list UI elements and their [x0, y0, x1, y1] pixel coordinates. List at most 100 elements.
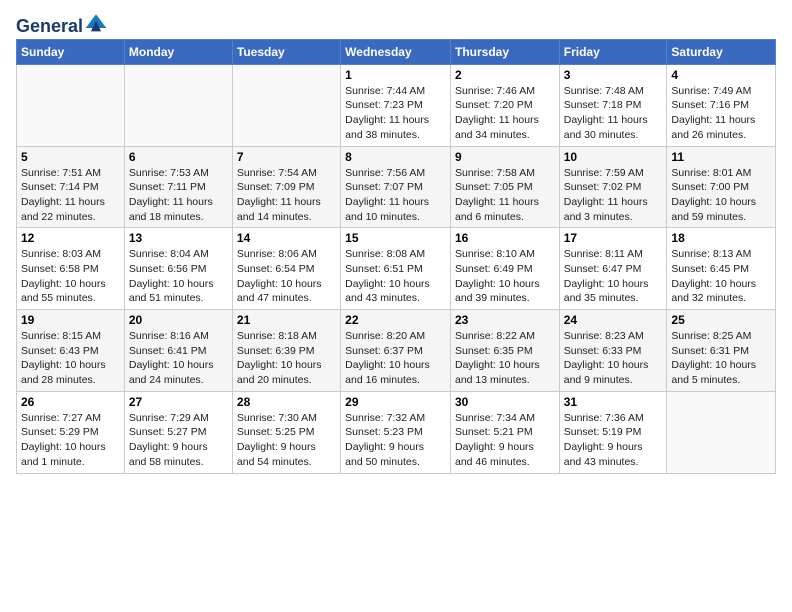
calendar-cell: 3Sunrise: 7:48 AM Sunset: 7:18 PM Daylig…: [559, 64, 667, 146]
calendar-cell: 27 Sunrise: 7:29 AM Sunset: 5:27 PM Dayli…: [124, 391, 232, 473]
day-number: 27: [129, 395, 228, 409]
day-number: 9: [455, 150, 555, 164]
calendar-cell: 24 Sunrise: 8:23 AM Sunset: 6:33 PM Dayli…: [559, 310, 667, 392]
day-number: 20: [129, 313, 228, 327]
calendar-cell: 20 Sunrise: 8:16 AM Sunset: 6:41 PM Dayli…: [124, 310, 232, 392]
day-info: Sunrise: 7:32 AM Sunset: 5:23 PM Dayligh…: [345, 411, 446, 470]
calendar-cell: 19 Sunrise: 8:15 AM Sunset: 6:43 PM Dayli…: [17, 310, 125, 392]
day-info: Sunrise: 7:51 AM Sunset: 7:14 PM Dayligh…: [21, 166, 120, 225]
calendar-cell: [232, 64, 340, 146]
weekday-header-row: SundayMondayTuesdayWednesdayThursdayFrid…: [17, 39, 776, 64]
logo-text: General: [16, 14, 108, 37]
day-number: 29: [345, 395, 446, 409]
logo: General: [16, 14, 108, 33]
day-info: Sunrise: 7:29 AM Sunset: 5:27 PM Dayligh…: [129, 411, 228, 470]
calendar-cell: 2 Sunrise: 7:46 AM Sunset: 7:20 PM Daylig…: [450, 64, 559, 146]
day-number: 13: [129, 231, 228, 245]
day-number: 8: [345, 150, 446, 164]
calendar-cell: [667, 391, 776, 473]
calendar-cell: [124, 64, 232, 146]
weekday-header: Friday: [559, 39, 667, 64]
day-number: 21: [237, 313, 336, 327]
day-number: 17: [564, 231, 663, 245]
day-info: Sunrise: 7:34 AM Sunset: 5:21 PM Dayligh…: [455, 411, 555, 470]
calendar-cell: 8 Sunrise: 7:56 AM Sunset: 7:07 PM Daylig…: [341, 146, 451, 228]
calendar-cell: 1 Sunrise: 7:44 AM Sunset: 7:23 PM Daylig…: [341, 64, 451, 146]
day-info: Sunrise: 7:54 AM Sunset: 7:09 PM Dayligh…: [237, 166, 336, 225]
calendar-week-row: 12 Sunrise: 8:03 AM Sunset: 6:58 PM Dayli…: [17, 228, 776, 310]
calendar-cell: 23 Sunrise: 8:22 AM Sunset: 6:35 PM Dayli…: [450, 310, 559, 392]
day-info: Sunrise: 7:46 AM Sunset: 7:20 PM Dayligh…: [455, 84, 555, 143]
day-info: Sunrise: 8:03 AM Sunset: 6:58 PM Dayligh…: [21, 247, 120, 306]
calendar-cell: 11 Sunrise: 8:01 AM Sunset: 7:00 PM Dayli…: [667, 146, 776, 228]
calendar-cell: 31Sunrise: 7:36 AM Sunset: 5:19 PM Dayli…: [559, 391, 667, 473]
day-number: 24: [564, 313, 663, 327]
day-number: 19: [21, 313, 120, 327]
day-info: Sunrise: 7:44 AM Sunset: 7:23 PM Dayligh…: [345, 84, 446, 143]
day-info: Sunrise: 8:11 AM Sunset: 6:47 PM Dayligh…: [564, 247, 663, 306]
day-number: 14: [237, 231, 336, 245]
day-info: Sunrise: 7:59 AM Sunset: 7:02 PM Dayligh…: [564, 166, 663, 225]
day-info: Sunrise: 8:23 AM Sunset: 6:33 PM Dayligh…: [564, 329, 663, 388]
day-number: 2: [455, 68, 555, 82]
calendar-cell: 22 Sunrise: 8:20 AM Sunset: 6:37 PM Dayli…: [341, 310, 451, 392]
day-info: Sunrise: 8:10 AM Sunset: 6:49 PM Dayligh…: [455, 247, 555, 306]
day-info: Sunrise: 7:49 AM Sunset: 7:16 PM Dayligh…: [671, 84, 771, 143]
calendar-cell: 16 Sunrise: 8:10 AM Sunset: 6:49 PM Dayli…: [450, 228, 559, 310]
day-info: Sunrise: 7:56 AM Sunset: 7:07 PM Dayligh…: [345, 166, 446, 225]
calendar-cell: [17, 64, 125, 146]
calendar-table: SundayMondayTuesdayWednesdayThursdayFrid…: [16, 39, 776, 474]
day-number: 26: [21, 395, 120, 409]
calendar-cell: 26 Sunrise: 7:27 AM Sunset: 5:29 PM Dayli…: [17, 391, 125, 473]
calendar-cell: 6 Sunrise: 7:53 AM Sunset: 7:11 PM Daylig…: [124, 146, 232, 228]
day-info: Sunrise: 8:01 AM Sunset: 7:00 PM Dayligh…: [671, 166, 771, 225]
calendar-week-row: 1 Sunrise: 7:44 AM Sunset: 7:23 PM Daylig…: [17, 64, 776, 146]
day-info: Sunrise: 7:27 AM Sunset: 5:29 PM Dayligh…: [21, 411, 120, 470]
calendar-cell: 10 Sunrise: 7:59 AM Sunset: 7:02 PM Dayli…: [559, 146, 667, 228]
day-info: Sunrise: 8:16 AM Sunset: 6:41 PM Dayligh…: [129, 329, 228, 388]
day-info: Sunrise: 8:18 AM Sunset: 6:39 PM Dayligh…: [237, 329, 336, 388]
calendar-cell: 9Sunrise: 7:58 AM Sunset: 7:05 PM Daylig…: [450, 146, 559, 228]
weekday-header: Sunday: [17, 39, 125, 64]
day-number: 18: [671, 231, 771, 245]
calendar-cell: 7 Sunrise: 7:54 AM Sunset: 7:09 PM Daylig…: [232, 146, 340, 228]
day-info: Sunrise: 8:20 AM Sunset: 6:37 PM Dayligh…: [345, 329, 446, 388]
calendar-cell: 30 Sunrise: 7:34 AM Sunset: 5:21 PM Dayli…: [450, 391, 559, 473]
calendar-cell: 18 Sunrise: 8:13 AM Sunset: 6:45 PM Dayli…: [667, 228, 776, 310]
day-number: 11: [671, 150, 771, 164]
calendar-cell: 12 Sunrise: 8:03 AM Sunset: 6:58 PM Dayli…: [17, 228, 125, 310]
day-info: Sunrise: 8:13 AM Sunset: 6:45 PM Dayligh…: [671, 247, 771, 306]
day-number: 15: [345, 231, 446, 245]
day-number: 7: [237, 150, 336, 164]
calendar-cell: 28Sunrise: 7:30 AM Sunset: 5:25 PM Dayli…: [232, 391, 340, 473]
day-number: 6: [129, 150, 228, 164]
day-number: 12: [21, 231, 120, 245]
day-number: 10: [564, 150, 663, 164]
day-number: 28: [237, 395, 336, 409]
calendar-cell: 21 Sunrise: 8:18 AM Sunset: 6:39 PM Dayli…: [232, 310, 340, 392]
calendar-cell: 25 Sunrise: 8:25 AM Sunset: 6:31 PM Dayli…: [667, 310, 776, 392]
day-info: Sunrise: 7:48 AM Sunset: 7:18 PM Dayligh…: [564, 84, 663, 143]
day-number: 23: [455, 313, 555, 327]
day-info: Sunrise: 8:15 AM Sunset: 6:43 PM Dayligh…: [21, 329, 120, 388]
logo-icon: [84, 12, 108, 32]
calendar-week-row: 26 Sunrise: 7:27 AM Sunset: 5:29 PM Dayli…: [17, 391, 776, 473]
day-number: 4: [671, 68, 771, 82]
day-number: 1: [345, 68, 446, 82]
weekday-header: Tuesday: [232, 39, 340, 64]
day-number: 16: [455, 231, 555, 245]
day-info: Sunrise: 8:25 AM Sunset: 6:31 PM Dayligh…: [671, 329, 771, 388]
day-number: 25: [671, 313, 771, 327]
weekday-header: Thursday: [450, 39, 559, 64]
weekday-header: Monday: [124, 39, 232, 64]
day-info: Sunrise: 7:53 AM Sunset: 7:11 PM Dayligh…: [129, 166, 228, 225]
day-info: Sunrise: 8:06 AM Sunset: 6:54 PM Dayligh…: [237, 247, 336, 306]
weekday-header: Wednesday: [341, 39, 451, 64]
day-number: 22: [345, 313, 446, 327]
calendar-cell: 4 Sunrise: 7:49 AM Sunset: 7:16 PM Daylig…: [667, 64, 776, 146]
day-info: Sunrise: 8:22 AM Sunset: 6:35 PM Dayligh…: [455, 329, 555, 388]
day-number: 30: [455, 395, 555, 409]
page-container: General SundayMondayTuesdayWednesdayThur…: [0, 0, 792, 484]
day-info: Sunrise: 7:36 AM Sunset: 5:19 PM Dayligh…: [564, 411, 663, 470]
calendar-cell: 13Sunrise: 8:04 AM Sunset: 6:56 PM Dayli…: [124, 228, 232, 310]
